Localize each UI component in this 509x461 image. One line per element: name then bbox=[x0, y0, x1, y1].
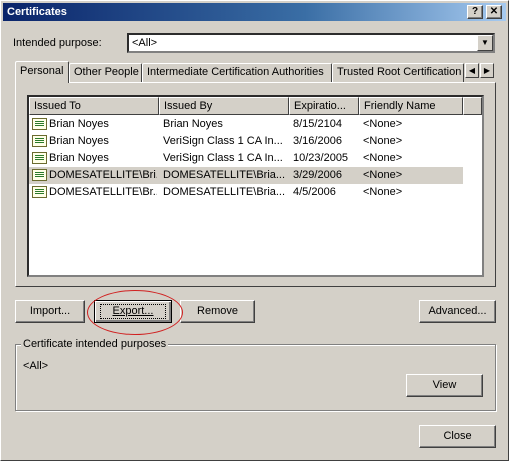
export-button[interactable]: Export... bbox=[94, 300, 172, 323]
cell-issued-by: VeriSign Class 1 CA In... bbox=[163, 152, 283, 164]
intended-purpose-value: <All> bbox=[132, 37, 158, 49]
column-issued-to[interactable]: Issued To bbox=[29, 97, 159, 115]
close-window-button[interactable]: ✕ bbox=[486, 5, 502, 19]
advanced-button[interactable]: Advanced... bbox=[419, 300, 496, 323]
intended-purpose-combo[interactable]: <All> ▼ bbox=[127, 33, 495, 53]
cell-expiration: 8/15/2104 bbox=[293, 118, 342, 130]
list-header: Issued To Issued By Expiratio... Friendl… bbox=[29, 97, 482, 115]
tab-other-people[interactable]: Other People bbox=[69, 63, 142, 82]
intended-purposes-group-title: Certificate intended purposes bbox=[21, 338, 169, 350]
help-button[interactable]: ? bbox=[467, 5, 483, 19]
cell-issued-to: Brian Noyes bbox=[49, 152, 109, 164]
column-filler bbox=[463, 97, 482, 115]
table-row[interactable]: Brian Noyes VeriSign Class 1 CA In... 3/… bbox=[29, 133, 463, 150]
intended-purposes-value: <All> bbox=[23, 360, 49, 372]
cell-issued-by: DOMESATELLITE\Bria... bbox=[163, 186, 286, 198]
certificate-icon bbox=[32, 186, 47, 198]
cell-friendly-name: <None> bbox=[363, 135, 403, 147]
certificate-icon bbox=[32, 135, 47, 147]
table-row[interactable]: Brian Noyes VeriSign Class 1 CA In... 10… bbox=[29, 150, 463, 167]
cell-issued-to: DOMESATELLITE\Br... bbox=[49, 186, 157, 198]
cell-expiration: 3/29/2006 bbox=[293, 169, 342, 181]
tab-intermediate-ca[interactable]: Intermediate Certification Authorities bbox=[142, 63, 332, 82]
cell-issued-by: VeriSign Class 1 CA In... bbox=[163, 135, 283, 147]
export-label: Export... bbox=[112, 305, 154, 317]
tab-personal[interactable]: Personal bbox=[15, 61, 69, 83]
remove-button[interactable]: Remove bbox=[180, 300, 255, 323]
tab-scroll-left-icon[interactable]: ◀ bbox=[465, 63, 479, 78]
certificate-icon bbox=[32, 118, 47, 130]
table-row-selected[interactable]: DOMESATELLITE\Bri... DOMESATELLITE\Bria.… bbox=[29, 167, 463, 184]
table-row[interactable]: Brian Noyes Brian Noyes 8/15/2104 <None> bbox=[29, 116, 463, 133]
cell-issued-to: DOMESATELLITE\Bri... bbox=[49, 169, 157, 181]
import-button[interactable]: Import... bbox=[15, 300, 85, 323]
chevron-down-icon[interactable]: ▼ bbox=[477, 35, 493, 51]
certificate-list[interactable]: Issued To Issued By Expiratio... Friendl… bbox=[27, 95, 484, 277]
certificate-icon bbox=[32, 152, 47, 164]
cell-expiration: 10/23/2005 bbox=[293, 152, 349, 164]
cell-friendly-name: <None> bbox=[363, 186, 403, 198]
cell-expiration: 4/5/2006 bbox=[293, 186, 336, 198]
cell-friendly-name: <None> bbox=[363, 152, 403, 164]
column-expiration[interactable]: Expiratio... bbox=[289, 97, 359, 115]
cell-issued-by: Brian Noyes bbox=[163, 118, 223, 130]
close-button[interactable]: Close bbox=[419, 425, 496, 448]
cell-issued-by: DOMESATELLITE\Bria... bbox=[163, 169, 286, 181]
title-bar[interactable]: Certificates ? ✕ bbox=[3, 3, 506, 21]
column-friendly-name[interactable]: Friendly Name bbox=[359, 97, 463, 115]
cell-issued-to: Brian Noyes bbox=[49, 135, 109, 147]
certificate-icon bbox=[32, 169, 47, 181]
window-title: Certificates bbox=[7, 6, 67, 18]
cell-friendly-name: <None> bbox=[363, 118, 403, 130]
intended-purpose-label: Intended purpose: bbox=[13, 37, 102, 49]
column-issued-by[interactable]: Issued By bbox=[159, 97, 289, 115]
cell-expiration: 3/16/2006 bbox=[293, 135, 342, 147]
view-button[interactable]: View bbox=[406, 374, 483, 397]
cell-issued-to: Brian Noyes bbox=[49, 118, 109, 130]
tab-trusted-root[interactable]: Trusted Root Certification bbox=[332, 63, 464, 82]
table-row[interactable]: DOMESATELLITE\Br... DOMESATELLITE\Bria..… bbox=[29, 184, 463, 201]
tab-scroll-right-icon[interactable]: ▶ bbox=[480, 63, 494, 78]
cell-friendly-name: <None> bbox=[363, 169, 403, 181]
certificates-dialog: Certificates ? ✕ Intended purpose: <All>… bbox=[0, 0, 509, 461]
